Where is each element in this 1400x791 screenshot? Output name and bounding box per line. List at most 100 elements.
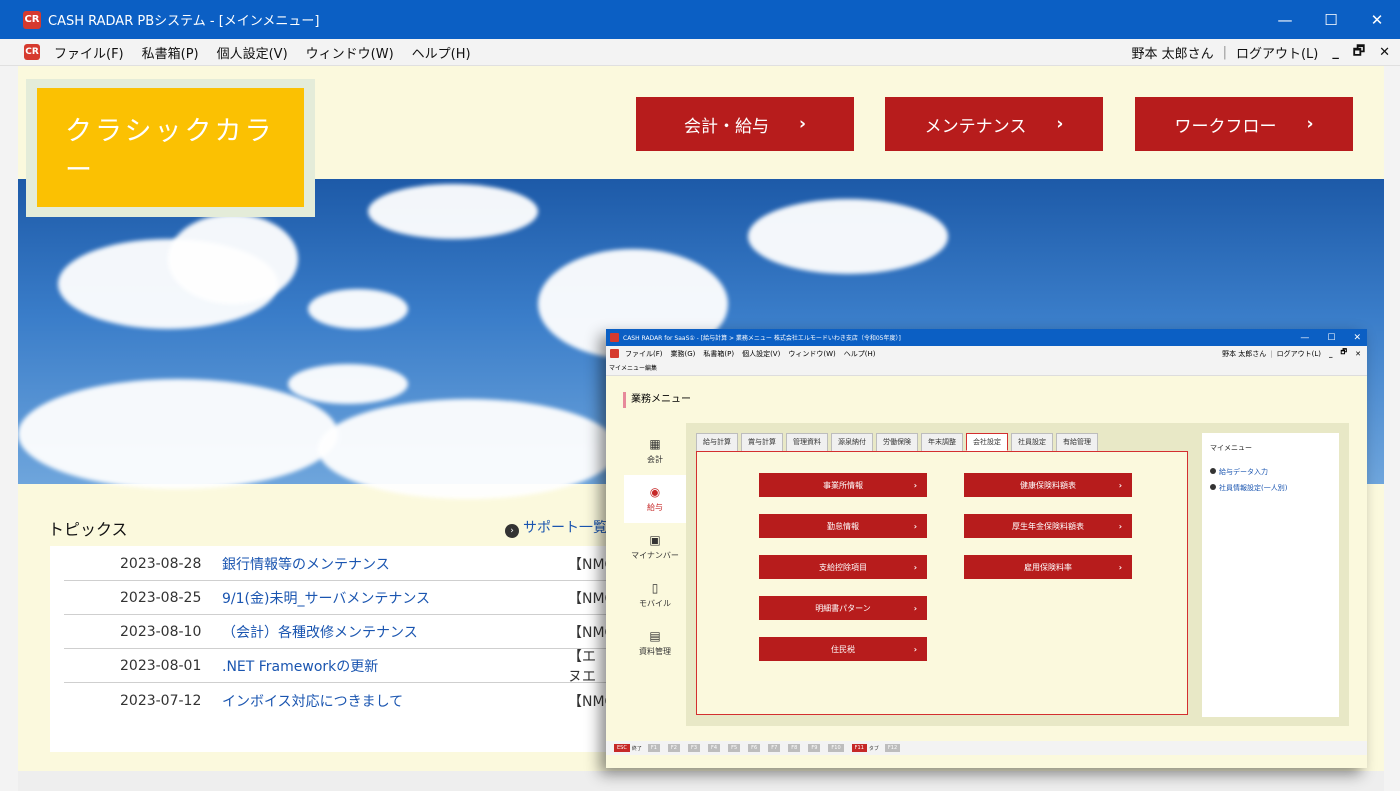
mdi-close-button[interactable]: ✕ (1379, 45, 1390, 60)
close-button[interactable]: ✕ (1354, 0, 1400, 39)
tab-paid-leave[interactable]: 有給管理 (1056, 433, 1098, 451)
news-date: 2023-08-01 (120, 658, 202, 674)
chevron-circle-icon (1210, 484, 1216, 490)
news-item[interactable]: 2023-08-25 9/1(金)未明_サーバメンテナンス 【NMC (64, 582, 614, 615)
menu-help[interactable]: ヘルプ(H) (412, 43, 471, 62)
news-title-link[interactable]: .NET Frameworkの更新 (222, 656, 378, 676)
sidebar-item-accounting[interactable]: ▦ 会計 (624, 427, 686, 475)
preview-mdi-minimize-button[interactable]: _ (1329, 350, 1333, 358)
news-date: 2023-08-28 (120, 556, 202, 572)
menu-personal-settings[interactable]: 個人設定(V) (217, 43, 288, 62)
chevron-right-icon: › (1118, 521, 1122, 531)
workflow-button[interactable]: ワークフロー › (1135, 97, 1353, 151)
preview-mdi-restore-button[interactable]: 🗗 (1341, 348, 1348, 359)
workflow-label: ワークフロー (1174, 116, 1277, 137)
menu-mailbox[interactable]: 私書箱(P) (142, 43, 199, 62)
accounting-payroll-button[interactable]: 会計・給与 › (636, 97, 854, 151)
pension-table-button[interactable]: 厚生年金保険料額表 › (964, 514, 1132, 538)
preview-logout-menu[interactable]: ログアウト(L) (1277, 349, 1321, 359)
news-title-link[interactable]: 9/1(金)未明_サーバメンテナンス (222, 588, 430, 608)
news-title-link[interactable]: インボイス対応につきまして (222, 691, 403, 711)
preview-sidebar: ▦ 会計 ◉ 給与 ▣ マイナンバー ▯ モバイル ▤ 資料管理 (624, 427, 686, 667)
fkey-esc[interactable]: ESC (614, 744, 630, 752)
maintenance-button[interactable]: メンテナンス › (885, 97, 1103, 151)
tab-bonus-calc[interactable]: 賞与計算 (741, 433, 783, 451)
fkey-f11[interactable]: F11 (851, 744, 867, 752)
sidebar-item-documents[interactable]: ▤ 資料管理 (624, 619, 686, 667)
chevron-right-icon: › (913, 603, 917, 613)
chevron-right-icon: › (1118, 562, 1122, 572)
minimize-button[interactable]: — (1262, 0, 1308, 39)
news-item[interactable]: 2023-07-12 インボイス対応につきまして 【NMC (64, 684, 614, 717)
fkey-f8[interactable]: F8 (788, 744, 801, 752)
tab-labor-insurance[interactable]: 労働保険 (876, 433, 918, 451)
news-item[interactable]: 2023-08-01 .NET Frameworkの更新 【エヌエ (64, 649, 608, 685)
fkey-f1[interactable]: F1 (647, 744, 660, 752)
mdi-minimize-button[interactable]: _ (1332, 45, 1339, 60)
chevron-right-icon: › (913, 521, 917, 531)
fkey-f7[interactable]: F7 (768, 744, 781, 752)
news-date: 2023-07-12 (120, 692, 202, 709)
news-title-link[interactable]: （会計）各種改修メンテナンス (222, 622, 418, 642)
sidebar-item-mynumber[interactable]: ▣ マイナンバー (624, 523, 686, 571)
topics-section: トピックス › サポート一覧 2023-08-28 銀行情報等のメンテナンス 【N… (18, 484, 614, 771)
preview-menu-mailbox[interactable]: 私書箱(P) (703, 349, 734, 359)
health-insurance-table-button[interactable]: 健康保険料額表 › (964, 473, 1132, 497)
mdi-restore-button[interactable]: 🗗 (1353, 42, 1365, 64)
news-item[interactable]: 2023-08-10 （会計）各種改修メンテナンス 【NMC (64, 616, 614, 649)
sidebar-item-mobile[interactable]: ▯ モバイル (624, 571, 686, 619)
logout-menu[interactable]: ログアウト(L) (1236, 43, 1318, 62)
mobile-icon: ▯ (651, 581, 659, 595)
fkey-f5[interactable]: F5 (728, 744, 741, 752)
fkey-label: タブ (868, 745, 879, 752)
sidebar-item-label: モバイル (639, 599, 671, 608)
chevron-right-icon: › (1306, 114, 1314, 134)
preview-menu-file[interactable]: ファイル(F) (625, 349, 663, 359)
tab-employee-settings[interactable]: 社員設定 (1011, 433, 1053, 451)
resident-tax-button[interactable]: 住民税 › (759, 637, 927, 661)
preview-title-bar: CASH RADAR for SaaS① - [給与計算 > 業務メニュー 株式… (606, 329, 1367, 346)
fkey-f2[interactable]: F2 (667, 744, 680, 752)
preview-menu-help[interactable]: ヘルプ(H) (844, 349, 876, 359)
menu-window[interactable]: ウィンドウ(W) (306, 43, 394, 62)
pay-deduction-items-button[interactable]: 支給控除項目 › (759, 555, 927, 579)
fkey-f9[interactable]: F9 (808, 744, 821, 752)
preview-menu-business[interactable]: 業務(G) (671, 349, 696, 359)
tab-payroll-calc[interactable]: 給与計算 (696, 433, 738, 451)
menu-file[interactable]: ファイル(F) (54, 43, 124, 62)
preview-menu-personal-settings[interactable]: 個人設定(V) (742, 349, 780, 359)
preview-mdi-close-button[interactable]: ✕ (1355, 350, 1361, 358)
fkey-f6[interactable]: F6 (748, 744, 761, 752)
tab-year-end[interactable]: 年末調整 (921, 433, 963, 451)
fkey-f12[interactable]: F12 (884, 744, 901, 752)
my-menu-link[interactable]: 給与データ入力 (1210, 467, 1331, 477)
tab-management-docs[interactable]: 管理資料 (786, 433, 828, 451)
button-label: 雇用保険料率 (1024, 562, 1072, 572)
sidebar-item-payroll[interactable]: ◉ 給与 (624, 475, 686, 523)
preview-minimize-button[interactable]: — (1300, 333, 1309, 343)
fkey-f10[interactable]: F10 (828, 744, 844, 752)
button-label: 勤怠情報 (827, 521, 859, 531)
user-name: 野本 太郎さん (1131, 47, 1214, 62)
fkey-f3[interactable]: F3 (687, 744, 701, 752)
news-item[interactable]: 2023-08-28 銀行情報等のメンテナンス 【NMC (64, 548, 614, 581)
maximize-button[interactable]: ☐ (1308, 0, 1354, 39)
tab-company-settings[interactable]: 会社設定 (966, 433, 1008, 451)
preview-maximize-button[interactable]: ☐ (1327, 333, 1335, 343)
my-menu-panel: マイメニュー 給与データ入力 社員情報設定(一人別) (1202, 433, 1339, 717)
app-logo-icon (610, 349, 619, 358)
support-list-link[interactable]: › サポート一覧 (505, 517, 607, 538)
fkey-f4[interactable]: F4 (708, 744, 721, 752)
my-menu-link[interactable]: 社員情報設定(一人別) (1210, 483, 1331, 493)
tab-withholding[interactable]: 源泉納付 (831, 433, 873, 451)
news-title-link[interactable]: 銀行情報等のメンテナンス (222, 554, 390, 574)
office-info-button[interactable]: 事業所情報 › (759, 473, 927, 497)
button-label: 事業所情報 (823, 480, 863, 490)
attendance-info-button[interactable]: 勤怠情報 › (759, 514, 927, 538)
my-menu-edit-button[interactable]: マイメニュー編集 (606, 361, 1367, 376)
preview-close-button[interactable]: ✕ (1353, 333, 1361, 343)
employment-insurance-rate-button[interactable]: 雇用保険料率 › (964, 555, 1132, 579)
payslip-pattern-button[interactable]: 明細書パターン › (759, 596, 927, 620)
color-theme-badge[interactable]: クラシックカラー (37, 88, 304, 207)
preview-menu-window[interactable]: ウィンドウ(W) (788, 349, 835, 359)
